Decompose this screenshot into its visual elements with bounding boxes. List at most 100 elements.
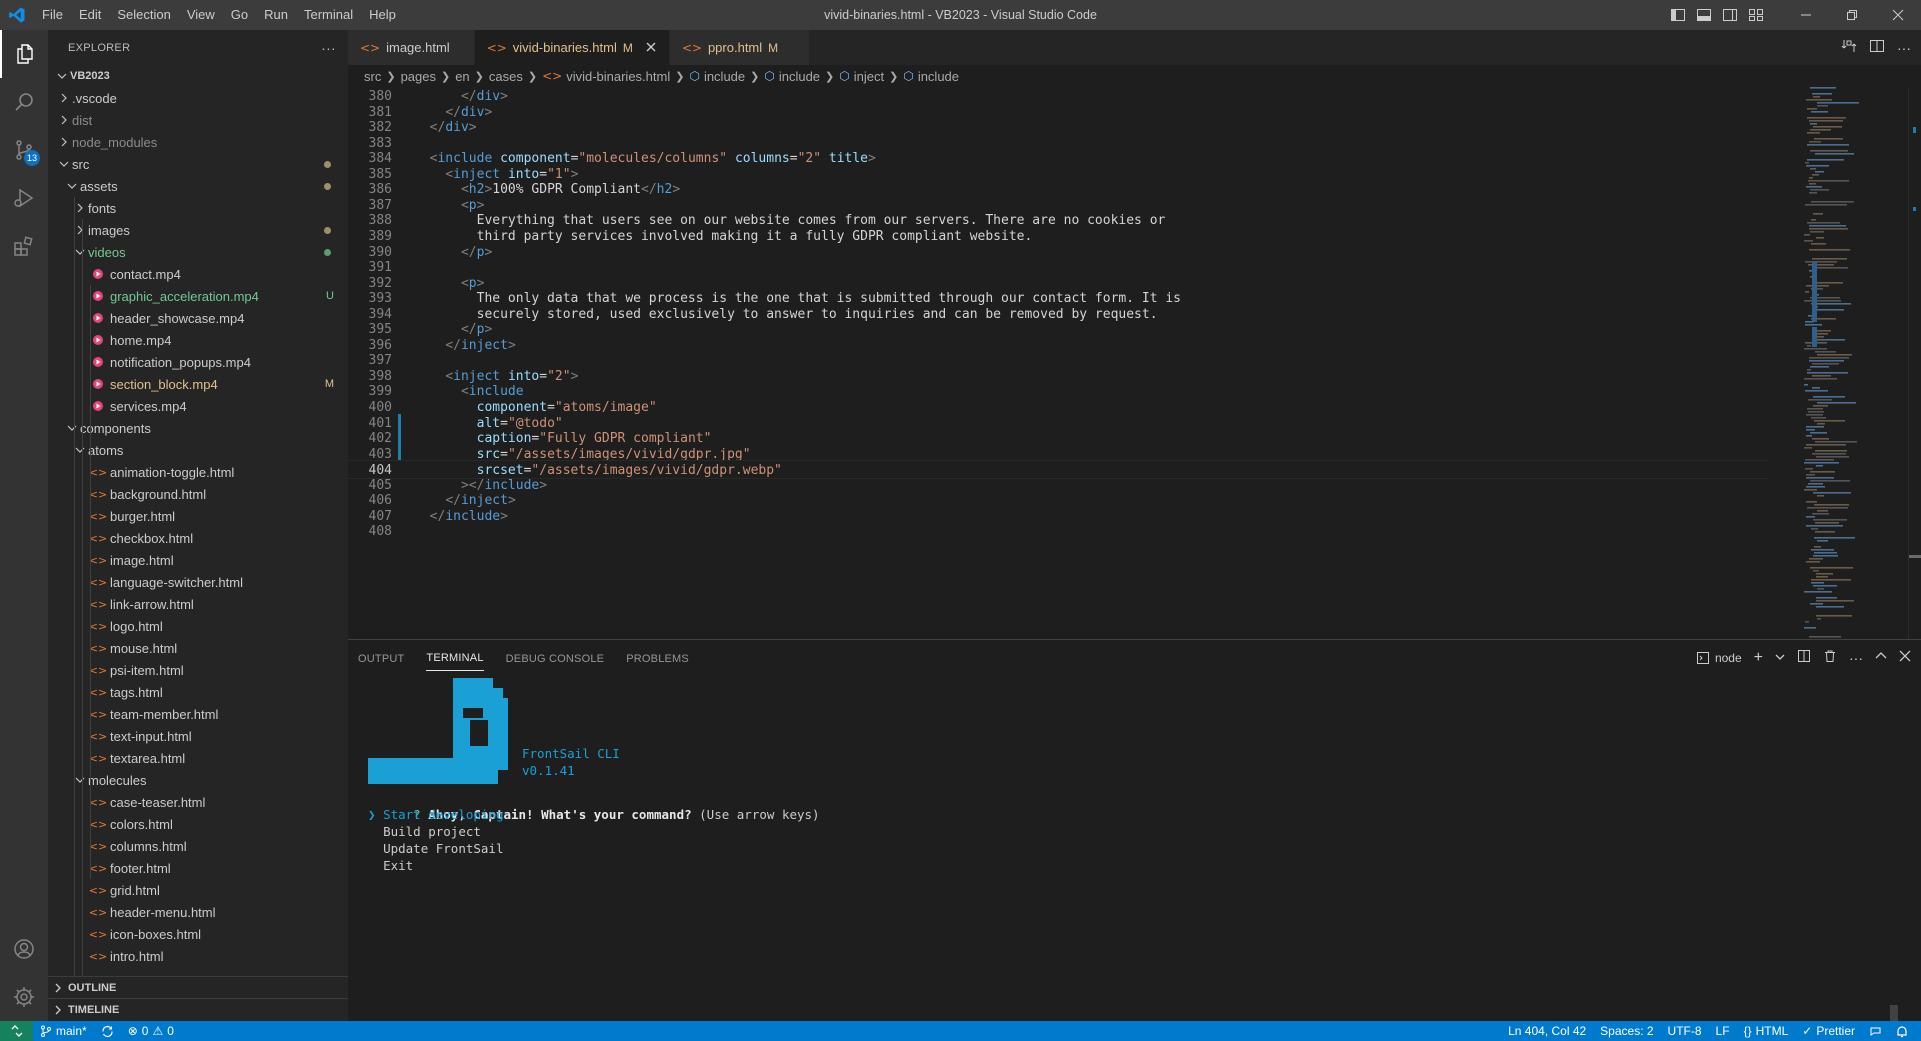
tree-folder[interactable]: atoms: [48, 439, 348, 461]
new-terminal-icon[interactable]: +: [1754, 649, 1763, 667]
tree-folder[interactable]: components: [48, 417, 348, 439]
restore-icon[interactable]: [1829, 0, 1875, 30]
tree-file[interactable]: <> header-menu.html: [48, 901, 348, 923]
menu-option[interactable]: Exit: [368, 857, 413, 874]
menu-selection[interactable]: Selection: [109, 0, 178, 30]
code-editor[interactable]: 380 </div> 381 </div> 382 </div> 383 384 <in…: [348, 87, 1768, 639]
code-line[interactable]: 408: [348, 522, 1768, 541]
panel-tab-output[interactable]: OUTPUT: [358, 645, 404, 671]
source-control-icon[interactable]: 13: [0, 126, 48, 174]
close-panel-icon[interactable]: [1899, 650, 1911, 665]
breadcrumb-item[interactable]: include: [779, 69, 820, 84]
tree-file[interactable]: <> background.html: [48, 483, 348, 505]
tree-file[interactable]: <> text-input.html: [48, 725, 348, 747]
feedback-icon[interactable]: [1862, 1025, 1889, 1038]
breadcrumb-item[interactable]: cases: [489, 69, 523, 84]
tree-file[interactable]: <> team-member.html: [48, 703, 348, 725]
tree-folder[interactable]: .vscode: [48, 87, 348, 109]
kill-terminal-trash-icon[interactable]: [1823, 649, 1837, 666]
tree-folder[interactable]: molecules: [48, 769, 348, 791]
split-terminal-icon[interactable]: [1797, 649, 1811, 666]
tree-file[interactable]: <> burger.html: [48, 505, 348, 527]
menu-view[interactable]: View: [179, 0, 223, 30]
tree-file[interactable]: <> checkbox.html: [48, 527, 348, 549]
tree-file[interactable]: <> logo.html: [48, 615, 348, 637]
menu-run[interactable]: Run: [256, 0, 296, 30]
indentation[interactable]: Spaces: 2: [1593, 1024, 1660, 1038]
explorer-more-actions-icon[interactable]: ···: [321, 40, 336, 56]
tree-file[interactable]: <> psi-item.html: [48, 659, 348, 681]
editor-scrollbar[interactable]: [1908, 87, 1921, 639]
tree-file[interactable]: header_showcase.mp4: [48, 307, 348, 329]
sync-icon[interactable]: [94, 1025, 121, 1038]
maximize-panel-icon[interactable]: [1875, 650, 1887, 665]
breadcrumb-item[interactable]: inject: [854, 69, 884, 84]
tree-file[interactable]: graphic_acceleration.mp4 U: [48, 285, 348, 307]
tree-file[interactable]: home.mp4: [48, 329, 348, 351]
customize-layout-icon[interactable]: [1743, 0, 1769, 30]
tab-vivid-binaries-html[interactable]: <> vivid-binaries.html M: [474, 30, 670, 65]
panel-tab-terminal[interactable]: TERMINAL: [426, 644, 484, 671]
tree-file[interactable]: <> colors.html: [48, 813, 348, 835]
encoding[interactable]: UTF-8: [1661, 1024, 1709, 1038]
breadcrumb-item[interactable]: include: [918, 69, 959, 84]
tree-folder[interactable]: dist: [48, 109, 348, 131]
tree-file[interactable]: <> case-teaser.html: [48, 791, 348, 813]
extensions-icon[interactable]: [0, 222, 48, 270]
tree-file[interactable]: <> animation-toggle.html: [48, 461, 348, 483]
minimize-icon[interactable]: [1783, 0, 1829, 30]
tree-file[interactable]: <> footer.html: [48, 857, 348, 879]
manage-gear-icon[interactable]: [0, 973, 48, 1021]
tree-folder[interactable]: src: [48, 153, 348, 175]
menu-file[interactable]: File: [34, 0, 71, 30]
tree-file[interactable]: <> tags.html: [48, 681, 348, 703]
tree-file[interactable]: notification_popups.mp4: [48, 351, 348, 373]
tree-file[interactable]: <> mouse.html: [48, 637, 348, 659]
breadcrumb-item[interactable]: include: [704, 69, 745, 84]
workspace-root[interactable]: VB2023: [48, 65, 348, 87]
tree-file[interactable]: <> link-arrow.html: [48, 593, 348, 615]
tree-file[interactable]: contact.mp4: [48, 263, 348, 285]
language-mode[interactable]: {} HTML: [1737, 1024, 1796, 1038]
menu-edit[interactable]: Edit: [71, 0, 109, 30]
menu-option[interactable]: Update FrontSail: [368, 840, 503, 857]
tree-file[interactable]: <> intro.html: [48, 945, 348, 967]
search-icon[interactable]: [0, 78, 48, 126]
toggle-primary-sidebar-icon[interactable]: [1665, 0, 1691, 30]
run-debug-icon[interactable]: [0, 174, 48, 222]
tab-image-html[interactable]: <> image.html: [348, 30, 475, 65]
breadcrumb-item[interactable]: pages: [401, 69, 436, 84]
toggle-panel-icon[interactable]: [1691, 0, 1717, 30]
git-branch[interactable]: main*: [33, 1024, 94, 1038]
breadcrumb-item[interactable]: en: [455, 69, 469, 84]
menu-help[interactable]: Help: [361, 0, 404, 30]
tree-folder[interactable]: fonts: [48, 197, 348, 219]
editor-more-actions-icon[interactable]: ···: [1897, 40, 1911, 56]
tree-folder[interactable]: images: [48, 219, 348, 241]
tree-file[interactable]: <> textarea.html: [48, 747, 348, 769]
menu-go[interactable]: Go: [223, 0, 256, 30]
open-changes-icon[interactable]: [1841, 38, 1857, 57]
tab-ppro-html[interactable]: <> ppro.html M: [669, 30, 810, 65]
tree-folder[interactable]: assets: [48, 175, 348, 197]
breadcrumb-item[interactable]: vivid-binaries.html: [566, 69, 670, 84]
minimap[interactable]: [1798, 87, 1908, 639]
split-editor-icon[interactable]: [1869, 38, 1885, 57]
tree-file[interactable]: section_block.mp4 M: [48, 373, 348, 395]
tree-file[interactable]: <> icon-boxes.html: [48, 923, 348, 945]
menu-option[interactable]: ❯ Start developing: [368, 806, 503, 823]
tree-file[interactable]: <> grid.html: [48, 879, 348, 901]
prettier[interactable]: ✓ Prettier: [1795, 1024, 1862, 1038]
chevron-down-icon[interactable]: [1775, 651, 1785, 665]
terminal-shell-selector[interactable]: node: [1696, 651, 1742, 665]
panel-tab-problems[interactable]: PROBLEMS: [626, 645, 689, 671]
close-window-icon[interactable]: [1875, 0, 1921, 30]
terminal-output[interactable]: FrontSail CLI v0.1.41 ? Ahoy, Captain! W…: [368, 675, 1898, 1041]
problems-indicator[interactable]: ⊗ 0 ⚠ 0: [121, 1024, 181, 1038]
panel-tab-debug-console[interactable]: DEBUG CONSOLE: [506, 645, 605, 671]
timeline-section[interactable]: TIMELINE: [48, 998, 348, 1020]
outline-section[interactable]: OUTLINE: [48, 976, 348, 998]
panel-more-actions-icon[interactable]: ···: [1849, 650, 1863, 666]
menu-option[interactable]: Build project: [368, 823, 481, 840]
remote-indicator-icon[interactable]: [0, 1021, 33, 1041]
